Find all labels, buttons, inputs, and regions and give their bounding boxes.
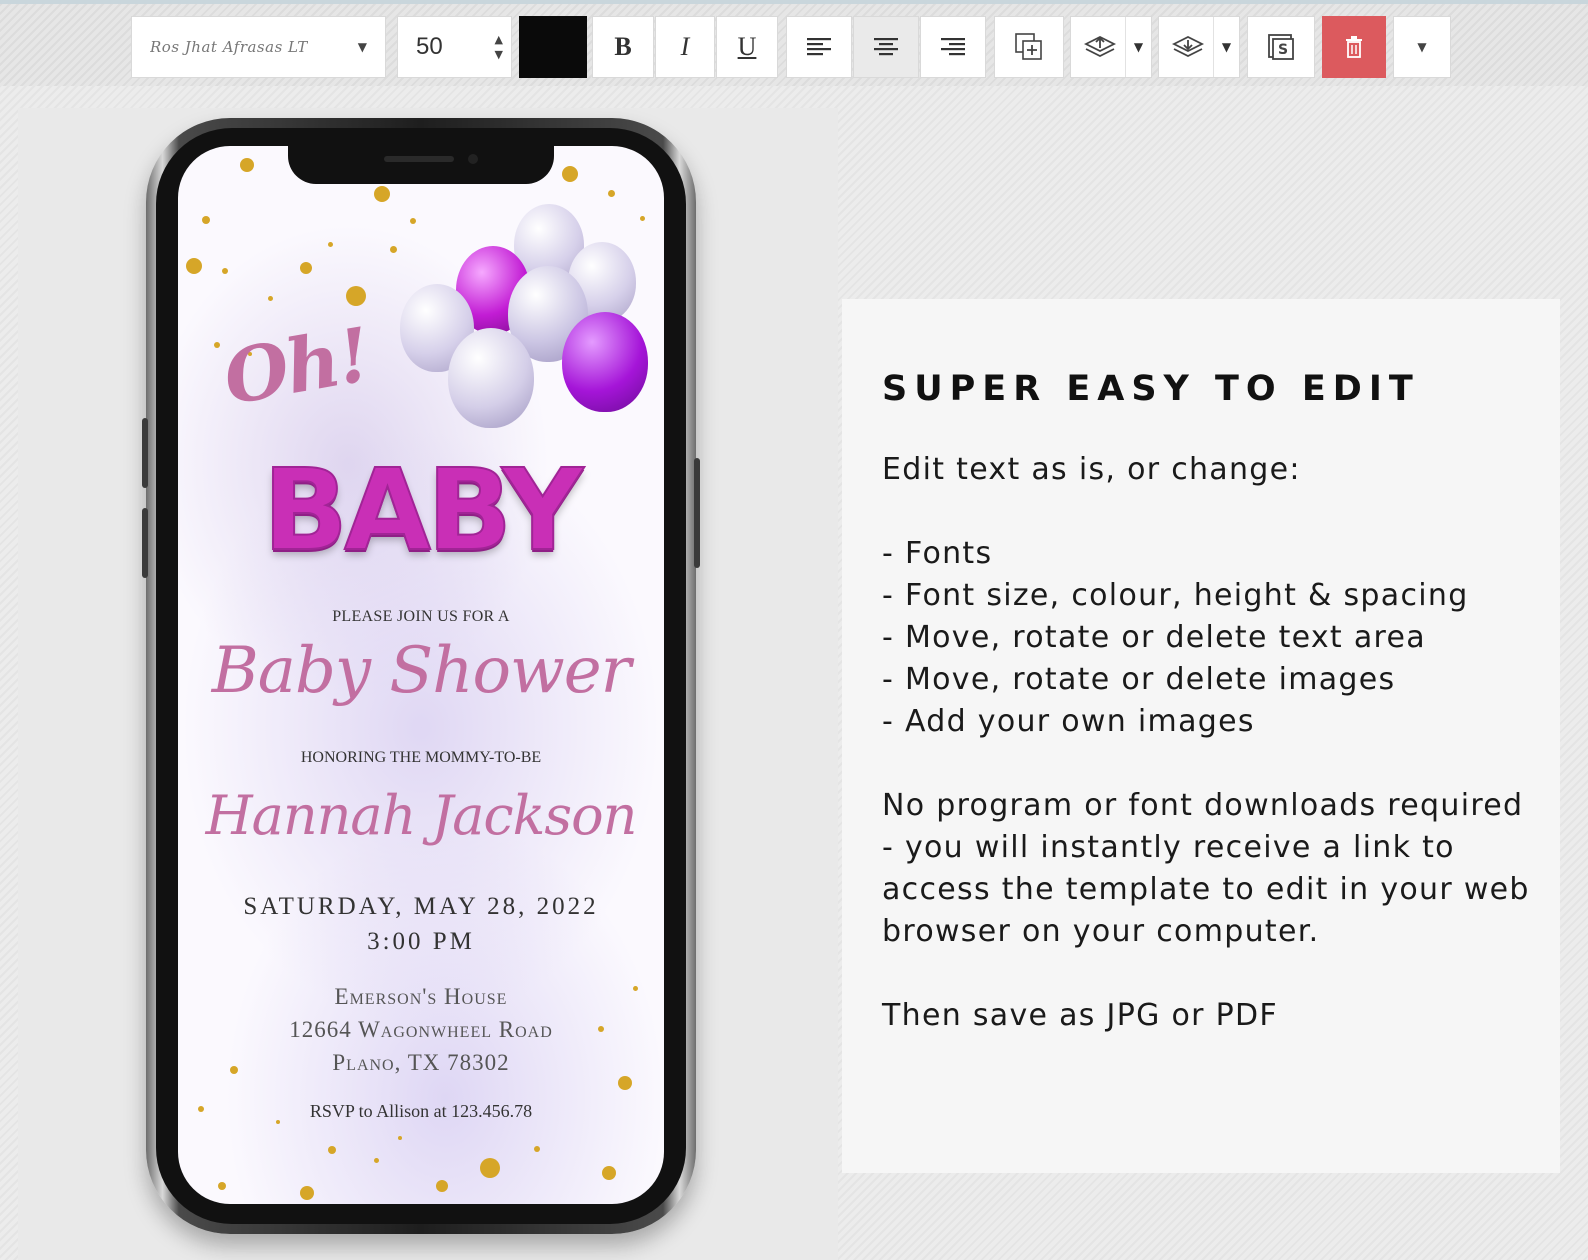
- list-item: - Fonts: [882, 536, 993, 571]
- save-icon: S: [1268, 34, 1294, 60]
- confetti-dot: [602, 1166, 616, 1180]
- confetti-dot: [328, 242, 333, 247]
- chevron-down-icon[interactable]: ▼: [1125, 17, 1151, 77]
- font-family-select[interactable]: Ros Jhat Afrasas LT ▼: [131, 16, 386, 78]
- italic-button[interactable]: I: [655, 16, 715, 78]
- speaker-icon: [384, 156, 454, 162]
- confetti-dot: [374, 186, 390, 202]
- rsvp-text[interactable]: RSVP to Allison at 123.456.78: [178, 1101, 664, 1122]
- save-note: Then save as JPG or PDF: [882, 998, 1278, 1033]
- info-paragraph: No program or font downloads required - …: [882, 788, 1530, 949]
- more-options-button[interactable]: ▼: [1393, 16, 1451, 78]
- align-right-button[interactable]: [920, 16, 986, 78]
- confetti-dot: [390, 246, 397, 253]
- confetti-dot: [640, 216, 645, 221]
- send-backward-button[interactable]: ▼: [1158, 16, 1240, 78]
- phone-volume-button: [142, 508, 148, 578]
- address-line-2[interactable]: 12664 Wagonwheel Road: [178, 1017, 664, 1043]
- confetti-dot: [608, 190, 615, 197]
- phone-volume-button: [142, 418, 148, 488]
- svg-text:S: S: [1278, 42, 1288, 58]
- confetti-dot: [202, 216, 210, 224]
- text-color-swatch[interactable]: [519, 16, 587, 78]
- underline-button[interactable]: U: [716, 16, 778, 78]
- confetti-dot: [240, 158, 254, 172]
- delete-button[interactable]: [1322, 16, 1386, 78]
- duplicate-button[interactable]: [994, 16, 1064, 78]
- confetti-dot: [398, 1136, 402, 1140]
- info-title: SUPER EASY TO EDIT: [882, 369, 1420, 409]
- oh-heading[interactable]: Oh!: [218, 312, 375, 422]
- confetti-dot: [618, 1076, 632, 1090]
- bring-forward-icon: [1083, 35, 1117, 58]
- feature-list: - Fonts - Font size, colour, height & sp…: [882, 533, 1560, 743]
- confetti-dot: [562, 166, 578, 182]
- list-item: - Add your own images: [882, 704, 1255, 739]
- chevron-down-icon[interactable]: ▼: [1213, 17, 1239, 77]
- list-item: - Move, rotate or delete text area: [882, 620, 1426, 655]
- confetti-dot: [186, 258, 202, 274]
- save-button[interactable]: S: [1247, 16, 1315, 78]
- list-item: - Font size, colour, height & spacing: [882, 578, 1469, 613]
- confetti-dot: [410, 218, 416, 224]
- bring-forward-button[interactable]: ▼: [1070, 16, 1152, 78]
- balloon-purple: [562, 312, 648, 412]
- phone-notch: [288, 146, 554, 184]
- trash-icon: [1346, 36, 1362, 58]
- send-backward-icon: [1171, 35, 1205, 58]
- phone-mockup: Oh! BABY PLEASE JOIN US FOR A Baby Showe…: [142, 118, 700, 1234]
- event-title[interactable]: Baby Shower: [178, 634, 664, 708]
- chevron-down-icon: ▼: [1417, 40, 1427, 54]
- confetti-dot: [346, 286, 366, 306]
- confetti-dot: [300, 262, 312, 274]
- info-panel: SUPER EASY TO EDIT Edit text as is, or c…: [842, 299, 1560, 1173]
- stepper-arrows-icon[interactable]: ▲ ▼: [495, 32, 503, 62]
- font-name: Ros Jhat Afrasas LT: [150, 38, 308, 56]
- editor-toolbar: Ros Jhat Afrasas LT ▼ 50 ▲ ▼ B I U ▼ ▼ S…: [0, 0, 1588, 86]
- event-date[interactable]: SATURDAY, MAY 28, 2022: [178, 893, 664, 921]
- align-right-icon: [941, 38, 965, 56]
- confetti-dot: [222, 268, 228, 274]
- align-center-button[interactable]: [853, 16, 919, 78]
- duplicate-icon: [1015, 33, 1042, 60]
- confetti-dot: [436, 1180, 448, 1192]
- camera-icon: [468, 154, 478, 164]
- invitation-screen[interactable]: Oh! BABY PLEASE JOIN US FOR A Baby Showe…: [178, 146, 664, 1204]
- phone-power-button: [694, 458, 700, 568]
- confetti-dot: [480, 1158, 500, 1178]
- align-left-icon: [807, 38, 831, 56]
- align-left-button[interactable]: [786, 16, 852, 78]
- list-item: - Move, rotate or delete images: [882, 662, 1396, 697]
- confetti-dot: [374, 1158, 379, 1163]
- info-intro: Edit text as is, or change:: [882, 452, 1301, 487]
- confetti-dot: [218, 1182, 226, 1190]
- address-line-1[interactable]: Emerson's House: [178, 984, 664, 1010]
- confetti-dot: [328, 1146, 336, 1154]
- font-size-value: 50: [416, 33, 443, 60]
- honoree-name[interactable]: Hannah Jackson: [178, 784, 664, 847]
- confetti-dot: [534, 1146, 540, 1152]
- chevron-down-icon: ▼: [357, 40, 367, 54]
- baby-heading[interactable]: BABY: [178, 445, 664, 577]
- balloon-white: [448, 328, 534, 428]
- bold-button[interactable]: B: [592, 16, 654, 78]
- join-text[interactable]: PLEASE JOIN US FOR A: [178, 608, 664, 626]
- address-line-3[interactable]: Plano, TX 78302: [178, 1050, 664, 1076]
- honoring-text[interactable]: HONORING THE MOMMY-TO-BE: [178, 749, 664, 767]
- font-size-stepper[interactable]: 50 ▲ ▼: [397, 16, 512, 78]
- align-center-icon: [874, 38, 898, 56]
- confetti-dot: [268, 296, 273, 301]
- event-time[interactable]: 3:00 PM: [178, 928, 664, 956]
- confetti-dot: [300, 1186, 314, 1200]
